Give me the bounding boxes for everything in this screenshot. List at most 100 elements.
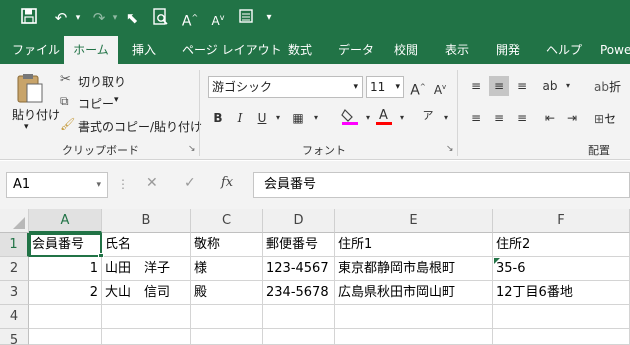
customize-qat-icon[interactable]: ▾ — [262, 8, 276, 28]
cell-c1[interactable]: 敬称 — [191, 233, 263, 257]
tab-review[interactable]: 校閲 — [394, 36, 418, 64]
tab-developer[interactable]: 開発 — [496, 36, 520, 64]
tab-page-layout[interactable]: ページ レイアウト — [182, 36, 282, 64]
align-left-icon[interactable]: ≡ — [466, 108, 486, 128]
cell-e4[interactable] — [335, 305, 493, 329]
clipboard-launcher-icon[interactable]: ↘ — [188, 144, 196, 154]
tab-data[interactable]: データ — [338, 36, 374, 64]
bold-icon[interactable]: B — [208, 108, 228, 128]
select-all-corner[interactable] — [0, 209, 29, 233]
grow-font-icon[interactable]: A^ — [408, 77, 428, 99]
font-color-dropdown-icon[interactable]: ▾ — [392, 108, 412, 128]
undo-dropdown-icon[interactable]: ▾ — [72, 8, 84, 28]
cancel-icon[interactable]: ✕ — [146, 175, 158, 191]
cell-e2[interactable]: 東京都静岡市島根町 — [335, 257, 493, 281]
column-header-a[interactable]: A — [29, 209, 102, 233]
cell-f5[interactable] — [493, 329, 630, 345]
increase-indent-icon[interactable]: ⇥ — [562, 108, 582, 128]
drag-handle-icon[interactable]: ⋮ — [117, 177, 129, 191]
orientation-dropdown-icon[interactable]: ▾ — [558, 76, 578, 96]
tab-view[interactable]: 表示 — [445, 36, 469, 64]
copy-dropdown-icon[interactable]: ▾ — [114, 95, 119, 105]
font-name-select[interactable]: 游ゴシック ▾ — [208, 76, 363, 98]
form-icon[interactable] — [236, 8, 256, 28]
paste-button[interactable]: 貼り付け — [12, 106, 60, 123]
row-header-1[interactable]: 1 — [0, 233, 29, 257]
formula-input[interactable]: 会員番号 — [253, 172, 630, 198]
redo-icon[interactable]: ↷ — [88, 8, 110, 28]
column-header-b[interactable]: B — [102, 209, 191, 233]
cell-b1[interactable]: 氏名 — [102, 233, 191, 257]
print-preview-icon[interactable] — [150, 8, 172, 28]
cell-e1[interactable]: 住所1 — [335, 233, 493, 257]
row-header-2[interactable]: 2 — [0, 257, 29, 281]
cell-f4[interactable] — [493, 305, 630, 329]
tab-file[interactable]: ファイル — [12, 36, 60, 64]
tab-insert[interactable]: 挿入 — [132, 36, 156, 64]
cell-f2[interactable]: 35-6 — [493, 257, 630, 281]
borders-icon[interactable]: ▦ — [288, 108, 308, 128]
cell-f1[interactable]: 住所2 — [493, 233, 630, 257]
name-box[interactable]: A1 ▾ — [6, 172, 108, 198]
cell-c4[interactable] — [191, 305, 263, 329]
tab-help[interactable]: ヘルプ — [546, 36, 582, 64]
insert-function-icon[interactable]: fx — [221, 175, 233, 190]
cell-d1[interactable]: 郵便番号 — [263, 233, 335, 257]
redo-dropdown-icon[interactable]: ▾ — [109, 8, 121, 28]
cut-button[interactable]: 切り取り — [78, 73, 126, 90]
cell-a3[interactable]: 2 — [29, 281, 102, 305]
column-header-e[interactable]: E — [335, 209, 493, 233]
cell-d2[interactable]: 123-4567 — [263, 257, 335, 281]
font-size-select[interactable]: 11 ▾ — [366, 76, 404, 98]
cell-a1[interactable]: 会員番号 — [29, 233, 102, 257]
align-middle-icon[interactable]: ≡ — [489, 76, 509, 96]
cell-a5[interactable] — [29, 329, 102, 345]
shrink-font-icon[interactable]: Av — [430, 77, 450, 97]
decrease-indent-icon[interactable]: ⇤ — [540, 108, 560, 128]
save-icon[interactable] — [18, 8, 40, 28]
cell-c3[interactable]: 殿 — [191, 281, 263, 305]
column-header-c[interactable]: C — [191, 209, 263, 233]
align-top-icon[interactable]: ≡ — [466, 76, 486, 96]
font-launcher-icon[interactable]: ↘ — [446, 144, 454, 154]
cell-c5[interactable] — [191, 329, 263, 345]
column-header-f[interactable]: F — [493, 209, 630, 233]
format-painter-button[interactable]: 書式のコピー/貼り付け — [78, 118, 202, 135]
paste-dropdown-icon[interactable]: ▾ — [24, 122, 29, 132]
paste-icon[interactable] — [12, 72, 52, 104]
cell-b3[interactable]: 大山 信司 — [102, 281, 191, 305]
italic-icon[interactable]: I — [230, 108, 250, 128]
tab-power[interactable]: Powe — [600, 36, 630, 64]
borders-dropdown-icon[interactable]: ▾ — [306, 108, 326, 128]
error-indicator-icon[interactable] — [494, 258, 500, 264]
cell-d4[interactable] — [263, 305, 335, 329]
copy-button[interactable]: コピー — [78, 95, 114, 112]
fill-color-icon[interactable] — [340, 106, 360, 126]
cell-c2[interactable]: 様 — [191, 257, 263, 281]
cell-b5[interactable] — [102, 329, 191, 345]
phonetic-icon[interactable]: ア — [418, 106, 438, 126]
align-right-icon[interactable]: ≡ — [512, 108, 532, 128]
pointer-icon[interactable]: ⬉ — [122, 8, 142, 28]
shrink-font-icon[interactable]: Av — [208, 8, 228, 28]
merge-center-button[interactable]: ⊞セ — [594, 110, 616, 127]
cell-e3[interactable]: 広島県秋田市岡山町 — [335, 281, 493, 305]
cell-a2[interactable]: 1 — [29, 257, 102, 281]
undo-icon[interactable]: ↶ — [50, 8, 72, 28]
wrap-text-button[interactable]: ab折 — [594, 78, 621, 95]
tab-formulas[interactable]: 数式 — [288, 36, 312, 64]
cell-f3[interactable]: 12丁目6番地 — [493, 281, 630, 305]
row-header-3[interactable]: 3 — [0, 281, 29, 305]
cell-d5[interactable] — [263, 329, 335, 345]
underline-dropdown-icon[interactable]: ▾ — [268, 108, 288, 128]
cell-e5[interactable] — [335, 329, 493, 345]
align-center-icon[interactable]: ≡ — [489, 108, 509, 128]
grow-font-icon[interactable]: A^ — [180, 8, 200, 30]
align-bottom-icon[interactable]: ≡ — [512, 76, 532, 96]
cell-d3[interactable]: 234-5678 — [263, 281, 335, 305]
cell-b2[interactable]: 山田 洋子 — [102, 257, 191, 281]
tab-home[interactable]: ホーム — [64, 36, 118, 64]
orientation-icon[interactable]: ab — [540, 76, 560, 96]
cell-b4[interactable] — [102, 305, 191, 329]
row-header-5[interactable]: 5 — [0, 329, 29, 345]
